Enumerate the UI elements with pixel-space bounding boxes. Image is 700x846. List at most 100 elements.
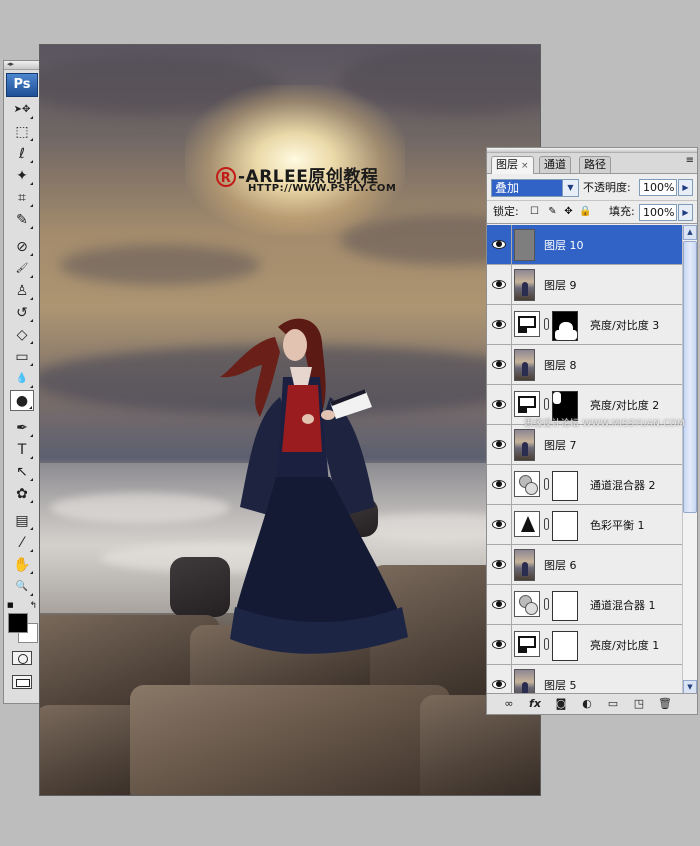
color-balance-icon[interactable] — [514, 511, 540, 537]
brightness-contrast-icon[interactable] — [514, 631, 540, 657]
lock-all-icon[interactable]: 🔒 — [579, 206, 591, 217]
layer-row[interactable]: 通道混合器 1 — [487, 585, 683, 625]
photoshop-logo[interactable]: Ps — [6, 73, 38, 97]
magic-wand-tool[interactable]: ✦ — [10, 165, 34, 186]
tool-flyout-indicator — [30, 182, 33, 185]
layer-mask-thumbnail[interactable] — [552, 511, 578, 541]
history-brush-tool-icon: ↺ — [16, 304, 28, 321]
slice-tool[interactable]: ✎ — [10, 209, 34, 230]
tab-paths[interactable]: 路径 — [579, 156, 611, 173]
brightness-contrast-icon[interactable] — [514, 391, 540, 417]
scrollbar-thumb[interactable] — [683, 241, 697, 513]
clone-stamp-tool[interactable]: ♙ — [10, 280, 34, 301]
hand-tool[interactable]: ✋ — [10, 554, 34, 575]
visibility-toggle[interactable] — [487, 305, 512, 344]
marquee-tool[interactable]: ⬚ — [10, 121, 34, 142]
type-tool[interactable]: T — [10, 439, 34, 460]
quick-mask-button[interactable] — [12, 651, 32, 665]
layer-row[interactable]: 通道混合器 2 — [487, 465, 683, 505]
layers-scrollbar[interactable]: ▲ ▼ — [682, 225, 697, 695]
lasso-tool[interactable]: ℓ — [10, 143, 34, 164]
visibility-toggle[interactable] — [487, 665, 512, 695]
chain-link-icon[interactable] — [544, 598, 549, 610]
document-canvas[interactable]: R -ARLEE原创教程 HTTP://WWW.PSFLY.COM — [39, 44, 541, 796]
brightness-contrast-icon[interactable] — [514, 311, 540, 337]
visibility-toggle[interactable] — [487, 425, 512, 464]
layer-mask-thumbnail[interactable] — [552, 631, 578, 661]
screen-mode-button[interactable] — [12, 675, 32, 689]
layer-row[interactable]: 图层 9 — [487, 265, 683, 305]
palette-grip[interactable]: ◂▸ — [4, 59, 40, 70]
layer-row[interactable]: 图层 5 — [487, 665, 683, 695]
swap-colors-icon[interactable]: ↰ — [29, 601, 37, 611]
fill-slider-arrow-icon[interactable]: ▶ — [678, 204, 693, 221]
layer-style-icon[interactable]: fx — [527, 697, 543, 711]
add-mask-icon[interactable]: ◙ — [553, 697, 569, 711]
layer-row[interactable]: 图层 6 — [487, 545, 683, 585]
dodge-tool[interactable]: ● — [10, 390, 34, 411]
rock — [130, 685, 450, 795]
visibility-toggle[interactable] — [487, 225, 512, 264]
tab-layers[interactable]: 图层 × — [491, 156, 534, 174]
layer-row[interactable]: 亮度/对比度 3 — [487, 305, 683, 345]
opacity-input[interactable]: 100% ▶ — [639, 179, 693, 196]
chain-link-icon[interactable] — [544, 478, 549, 490]
layer-mask-thumbnail[interactable] — [552, 311, 578, 341]
new-layer-icon[interactable]: ◳ — [631, 697, 647, 711]
blend-mode-select[interactable]: 叠加 ▼ — [491, 179, 579, 197]
eyedropper-tool[interactable]: ⁄ — [10, 532, 34, 553]
healing-brush-tool[interactable]: ⊘ — [10, 236, 34, 257]
collapse-icon[interactable]: ◂▸ — [7, 59, 14, 69]
chevron-down-icon[interactable]: ▼ — [562, 180, 578, 196]
visibility-toggle[interactable] — [487, 345, 512, 384]
gradient-tool[interactable]: ▭ — [10, 346, 34, 367]
visibility-toggle[interactable] — [487, 625, 512, 664]
lock-position-icon[interactable]: ✥ — [563, 206, 574, 217]
chain-link-icon[interactable] — [544, 518, 549, 530]
scroll-up-icon[interactable]: ▲ — [683, 225, 697, 240]
opacity-slider-arrow-icon[interactable]: ▶ — [678, 179, 693, 196]
brush-tool[interactable]: 🖌 — [10, 258, 34, 279]
adjustment-layer-icon[interactable]: ◐ — [579, 697, 595, 711]
visibility-toggle[interactable] — [487, 505, 512, 544]
foreground-color-swatch[interactable] — [8, 613, 28, 633]
notes-tool[interactable]: ▤ — [10, 510, 34, 531]
crop-tool[interactable]: ⌗ — [10, 187, 34, 208]
tool-flyout-indicator — [30, 363, 33, 366]
lock-pixels-icon[interactable]: ✎ — [547, 206, 558, 217]
layer-mask-thumbnail[interactable] — [552, 591, 578, 621]
link-layers-icon[interactable]: ∞ — [501, 697, 517, 711]
visibility-toggle[interactable] — [487, 585, 512, 624]
panel-menu-icon[interactable]: ≡ — [686, 156, 694, 166]
tab-channels[interactable]: 通道 — [539, 156, 571, 173]
layer-mask-thumbnail[interactable] — [552, 471, 578, 501]
default-colors-icon[interactable]: ■ — [7, 601, 14, 609]
layer-row[interactable]: 色彩平衡 1 — [487, 505, 683, 545]
close-icon[interactable]: × — [521, 161, 529, 171]
chain-link-icon[interactable] — [544, 398, 549, 410]
fill-input[interactable]: 100% ▶ — [639, 204, 693, 221]
path-selection-tool[interactable]: ↖ — [10, 461, 34, 482]
history-brush-tool[interactable]: ↺ — [10, 302, 34, 323]
layer-row[interactable]: 图层 8 — [487, 345, 683, 385]
visibility-toggle[interactable] — [487, 465, 512, 504]
chain-link-icon[interactable] — [544, 638, 549, 650]
pen-tool[interactable]: ✒ — [10, 417, 34, 438]
blur-tool[interactable]: 💧 — [10, 368, 34, 389]
delete-layer-icon[interactable]: 🗑 — [657, 697, 673, 711]
visibility-toggle[interactable] — [487, 385, 512, 424]
lock-transparency-icon[interactable]: ☐ — [529, 206, 540, 217]
visibility-toggle[interactable] — [487, 265, 512, 304]
layer-row[interactable]: 图层 10 — [487, 225, 683, 265]
move-tool[interactable]: ➤✥ — [10, 99, 34, 120]
zoom-tool[interactable]: 🔍 — [10, 576, 34, 597]
chain-link-icon[interactable] — [544, 318, 549, 330]
custom-shape-tool[interactable]: ✿ — [10, 483, 34, 504]
channel-mixer-icon[interactable] — [514, 471, 540, 497]
eraser-tool[interactable]: ◇ — [10, 324, 34, 345]
channel-mixer-icon[interactable] — [514, 591, 540, 617]
layer-row[interactable]: 图层 7 — [487, 425, 683, 465]
visibility-toggle[interactable] — [487, 545, 512, 584]
layer-row[interactable]: 亮度/对比度 1 — [487, 625, 683, 665]
new-group-icon[interactable]: ▭ — [605, 697, 621, 711]
